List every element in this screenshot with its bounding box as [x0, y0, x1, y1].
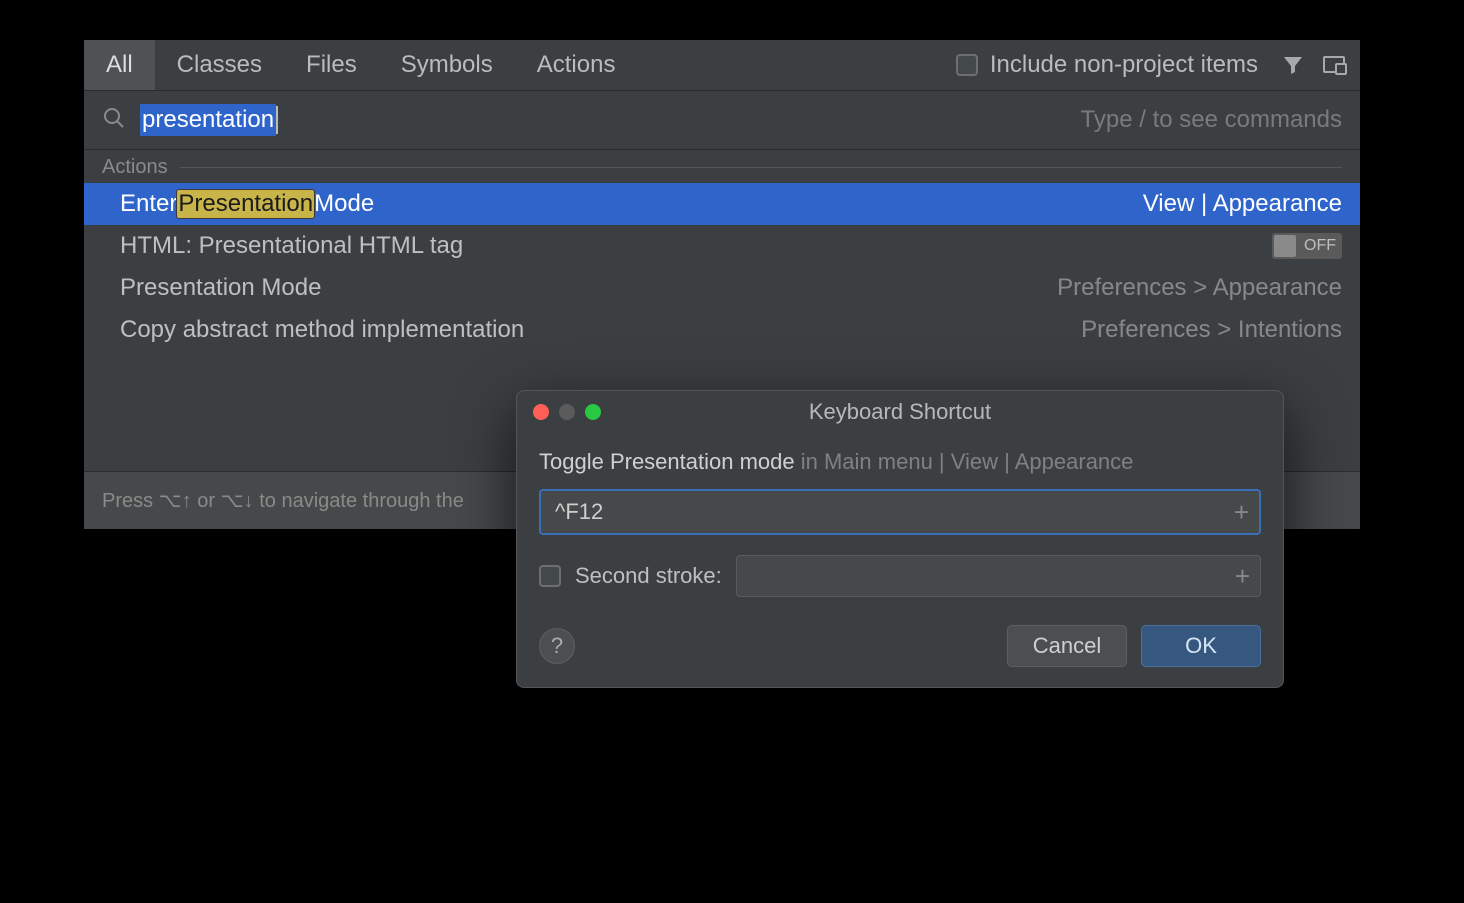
- tab-all[interactable]: All: [84, 40, 155, 90]
- minimize-icon: [559, 404, 575, 420]
- result-text-pre: Enter: [120, 190, 177, 218]
- plus-icon[interactable]: +: [1235, 561, 1250, 592]
- tab-classes[interactable]: Classes: [155, 40, 284, 90]
- search-hint: Type / to see commands: [1081, 106, 1342, 134]
- result-highlight: Presentation: [177, 190, 314, 218]
- cancel-button[interactable]: Cancel: [1007, 625, 1127, 667]
- result-row[interactable]: Copy abstract method implementation Pref…: [84, 309, 1360, 351]
- search-icon: [102, 106, 126, 135]
- result-text-pre: Copy abstract method implementation: [120, 316, 524, 344]
- section-label: Actions: [102, 156, 168, 179]
- include-non-project-toggle[interactable]: Include non-project items: [956, 51, 1258, 79]
- search-input[interactable]: presentation: [140, 104, 1081, 136]
- dialog-title: Keyboard Shortcut: [517, 399, 1283, 425]
- result-row[interactable]: Enter Presentation Mode View | Appearanc…: [84, 183, 1360, 225]
- keyboard-shortcut-dialog: Keyboard Shortcut Toggle Presentation mo…: [516, 390, 1284, 688]
- shortcut-value: ^F12: [555, 499, 603, 525]
- ok-button[interactable]: OK: [1141, 625, 1261, 667]
- dialog-titlebar: Keyboard Shortcut: [517, 391, 1283, 433]
- tab-symbols[interactable]: Symbols: [379, 40, 515, 90]
- section-header-actions: Actions: [84, 150, 1360, 179]
- search-tabs: All Classes Files Symbols Actions Includ…: [84, 40, 1360, 90]
- filter-icon[interactable]: [1276, 48, 1310, 82]
- pin-window-icon[interactable]: [1318, 48, 1352, 82]
- result-path: Preferences > Intentions: [1081, 316, 1342, 344]
- window-controls: [517, 404, 601, 420]
- caret-icon: [276, 106, 278, 134]
- result-text-pre: Presentation Mode: [120, 274, 321, 302]
- result-text-pre: HTML: Presentational HTML tag: [120, 232, 463, 260]
- result-path: Preferences > Appearance: [1057, 274, 1342, 302]
- result-row[interactable]: Presentation Mode Preferences > Appearan…: [84, 267, 1360, 309]
- result-text-post: Mode: [314, 190, 374, 218]
- shortcut-input[interactable]: ^F12 +: [539, 489, 1261, 535]
- toggle-off[interactable]: OFF: [1272, 233, 1342, 259]
- tab-actions[interactable]: Actions: [515, 40, 638, 90]
- second-stroke-label: Second stroke:: [575, 563, 722, 589]
- result-row[interactable]: HTML: Presentational HTML tag OFF: [84, 225, 1360, 267]
- tab-files[interactable]: Files: [284, 40, 379, 90]
- close-icon[interactable]: [533, 404, 549, 420]
- action-path: in Main menu | View | Appearance: [795, 449, 1134, 474]
- help-button[interactable]: ?: [539, 628, 575, 664]
- second-stroke-checkbox[interactable]: [539, 565, 561, 587]
- search-row: presentation Type / to see commands: [84, 90, 1360, 150]
- include-label: Include non-project items: [990, 51, 1258, 79]
- action-label: Toggle Presentation mode in Main menu | …: [539, 449, 1261, 475]
- checkbox-icon: [956, 54, 978, 76]
- action-name: Toggle Presentation mode: [539, 449, 795, 474]
- result-path: View | Appearance: [1143, 190, 1342, 218]
- zoom-icon[interactable]: [585, 404, 601, 420]
- search-value: presentation: [140, 104, 276, 136]
- second-stroke-input[interactable]: +: [736, 555, 1261, 597]
- results-list: Enter Presentation Mode View | Appearanc…: [84, 179, 1360, 351]
- plus-icon[interactable]: +: [1234, 497, 1249, 528]
- toggle-label: OFF: [1304, 237, 1336, 255]
